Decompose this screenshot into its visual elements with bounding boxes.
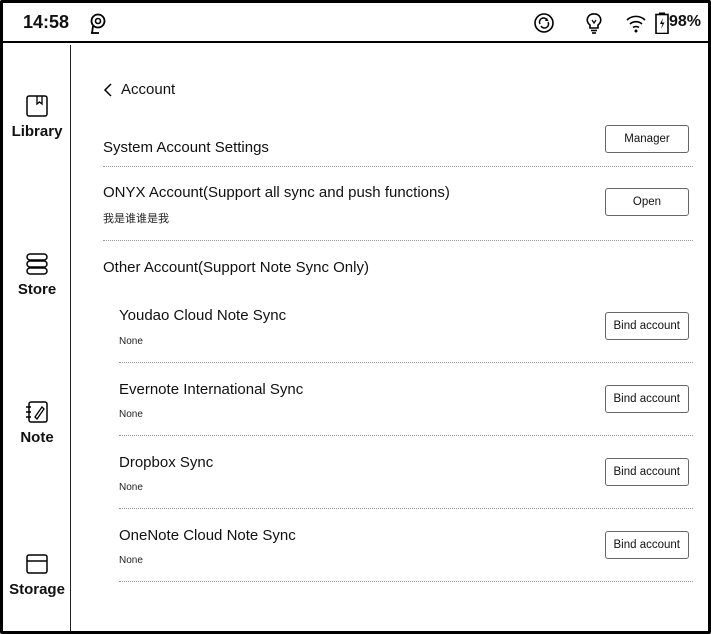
account-row-dropbox: Dropbox Sync None Bind account xyxy=(119,436,693,509)
sidebar-item-storage[interactable]: Storage xyxy=(3,551,71,598)
account-status: None xyxy=(119,409,143,420)
sidebar-item-label: Note xyxy=(20,429,54,446)
sidebar-item-label: Storage xyxy=(9,581,65,598)
battery-percent: 98% xyxy=(669,13,702,30)
back-button[interactable]: Account xyxy=(103,81,175,98)
sidebar-item-note[interactable]: Note xyxy=(3,399,71,446)
system-account-row: System Account Settings Manager xyxy=(103,119,693,167)
status-bar: 14:58 98% xyxy=(3,3,708,43)
book-icon xyxy=(26,95,48,117)
row-title: Youdao Cloud Note Sync xyxy=(119,307,287,324)
sidebar-item-store[interactable]: Store xyxy=(3,251,71,298)
sidebar: Library Store Note Storage xyxy=(3,45,71,631)
account-status: None xyxy=(119,555,143,566)
device-screen: 14:58 98% Library Store Note Storage Acc… xyxy=(0,0,711,634)
wifi-icon[interactable] xyxy=(625,12,647,34)
bind-account-button[interactable]: Bind account xyxy=(604,458,689,486)
bind-account-button[interactable]: Bind account xyxy=(604,312,689,340)
clock: 14:58 xyxy=(23,12,70,32)
row-title: ONYX Account(Support all sync and push f… xyxy=(103,184,450,201)
bind-account-button[interactable]: Bind account xyxy=(604,385,689,413)
manager-button[interactable]: Manager xyxy=(605,125,689,153)
open-button[interactable]: Open xyxy=(605,188,689,216)
account-status: None xyxy=(119,482,143,493)
sidebar-item-label: Library xyxy=(11,123,63,140)
sidebar-item-label: Store xyxy=(17,281,57,298)
row-title: OneNote Cloud Note Sync xyxy=(119,527,296,544)
account-row-onenote: OneNote Cloud Note Sync None Bind accoun… xyxy=(119,509,693,582)
onyx-account-row: ONYX Account(Support all sync and push f… xyxy=(103,167,693,241)
other-account-header: Other Account(Support Note Sync Only) xyxy=(103,241,693,289)
onyx-username: 我是谁谁是我 xyxy=(103,213,169,225)
account-status: None xyxy=(119,336,143,347)
note-icon xyxy=(26,401,48,423)
bulb-icon[interactable] xyxy=(583,12,605,34)
row-title: Evernote International Sync xyxy=(119,381,304,398)
sync-icon[interactable] xyxy=(533,12,555,34)
row-title: System Account Settings xyxy=(103,139,269,156)
storage-icon xyxy=(26,554,48,574)
page-title: Account xyxy=(121,81,176,98)
account-row-evernote: Evernote International Sync None Bind ac… xyxy=(119,363,693,436)
row-title: Dropbox Sync xyxy=(119,454,214,471)
store-icon xyxy=(26,253,48,275)
push-notification-icon[interactable] xyxy=(87,12,109,34)
chevron-left-icon xyxy=(103,82,112,97)
account-row-youdao: Youdao Cloud Note Sync None Bind account xyxy=(119,289,693,363)
bind-account-button[interactable]: Bind account xyxy=(604,531,689,559)
sidebar-item-library[interactable]: Library xyxy=(3,93,71,140)
battery-icon xyxy=(655,12,669,34)
section-title: Other Account(Support Note Sync Only) xyxy=(103,259,369,276)
